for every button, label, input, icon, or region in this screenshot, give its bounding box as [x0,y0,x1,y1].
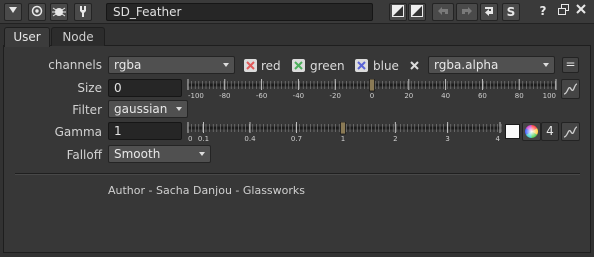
slider-tick-label: 1 [341,135,345,142]
size-slider-track: -100 -80 -60 -40 -20 0 20 40 60 80 100 [187,78,557,100]
blue-check-icon [355,59,368,72]
slider-tick-label: -20 [329,92,340,99]
falloff-value: Smooth [114,147,161,161]
size-input[interactable]: 0 [108,79,182,97]
size-label: Size [77,81,102,95]
chevron-down-icon [199,152,205,156]
blue-checkbox[interactable] [355,59,368,72]
size-slider[interactable]: -100 -80 -60 -40 -20 0 20 40 60 80 100 [186,78,558,100]
chevron-down-icon [543,63,549,67]
slider-thumb[interactable] [369,78,375,92]
color-wheel-icon [525,125,538,138]
tab-user[interactable]: User [4,27,50,47]
revert-button[interactable] [480,3,498,21]
collapse-button[interactable] [4,3,22,21]
s-icon: S [506,5,516,19]
green-label: green [310,59,345,73]
channels-label: channels [48,58,102,72]
triangle-down-icon [9,7,17,13]
link-button[interactable]: = [562,57,579,73]
slider-tick-label: 2 [393,135,397,142]
channels-dropdown[interactable]: rgba [108,56,235,74]
slider-tick-label: -40 [293,92,304,99]
circle-icon [31,5,43,17]
viewer-toggle-button[interactable] [28,3,46,21]
falloff-label: Falloff [66,148,102,162]
close-button[interactable] [572,3,590,21]
alpha-channel-dropdown[interactable]: rgba.alpha [428,56,555,74]
slider-tick-label: 100 [543,92,556,99]
color-wheel-button[interactable] [522,122,541,141]
slider-tick-label: 4 [496,135,501,142]
blue-label: blue [373,59,399,73]
green-check-icon [292,59,305,72]
undo-button[interactable] [432,3,454,21]
filter-dropdown[interactable]: gaussian [108,100,188,118]
alpha-channel-value: rgba.alpha [434,58,499,72]
gamma-label: Gamma [54,125,102,139]
revert-icon [485,7,493,16]
redo-icon [462,7,472,15]
slider-tick-label: -100 [188,92,204,99]
color-swatch[interactable] [505,124,520,139]
slider-thumb[interactable] [340,121,346,135]
help-button[interactable]: ? [534,3,552,21]
gamma-slider-track: 0 0.1 0.4 0.7 1 2 3 4 [187,121,502,143]
green-checkbox[interactable] [292,59,305,72]
s-button[interactable]: S [502,3,520,21]
checker-b-button[interactable] [408,3,426,21]
equals-icon: = [565,57,576,71]
slider-tick-label: 0.1 [198,135,209,142]
gamma-input[interactable]: 1 [108,122,182,140]
slider-tick-label: -80 [219,92,230,99]
tab-node[interactable]: Node [51,27,105,46]
undo-icon [438,7,448,15]
slider-tick-label: 60 [478,92,487,99]
filter-label: Filter [72,103,102,117]
slider-tick-label: 3 [445,135,449,142]
size-curve-button[interactable] [561,79,580,99]
float-icon [557,4,569,15]
checker-a-button[interactable] [389,3,407,21]
slider-tick-label: 40 [441,92,450,99]
chevron-down-icon [223,63,229,67]
close-icon [576,4,586,14]
channels-value: rgba [114,58,142,72]
slider-tick-label: 20 [404,92,413,99]
slider-tick-label: 0 [188,135,192,142]
slider-tick-label: 80 [515,92,524,99]
divider-highlight [15,174,580,175]
slider-tick-label: 0.4 [244,135,256,142]
chevron-down-icon [176,107,182,111]
help-icon: ? [539,4,547,18]
checker-icon [392,5,404,17]
channel-count-button[interactable]: 4 [541,122,559,141]
wrench-button[interactable] [74,3,92,21]
float-button[interactable] [554,3,572,21]
node-name-field[interactable]: SD_Feather [106,3,373,21]
slider-tick-label: 0 [370,92,374,99]
gamma-slider[interactable]: 0 0.1 0.4 0.7 1 2 3 4 [186,121,504,143]
bug-button[interactable] [50,3,68,21]
gamma-curve-button[interactable] [561,122,580,141]
redo-button[interactable] [456,3,478,21]
red-label: red [261,59,281,73]
author-credit: Author - Sacha Danjou - Glassworks [108,184,306,197]
red-check-icon [244,59,257,72]
falloff-dropdown[interactable]: Smooth [108,145,211,163]
curve-icon [563,83,578,95]
wrench-icon [80,6,86,17]
checker-icon [411,5,423,17]
slider-tick-label: 0.7 [291,135,302,142]
alpha-checkbox[interactable] [408,59,421,72]
red-checkbox[interactable] [244,59,257,72]
slider-tick-label: -60 [256,92,267,99]
x-icon [410,61,419,70]
curve-icon [563,126,578,138]
channel-count: 4 [546,124,554,138]
filter-value: gaussian [114,102,168,116]
bug-icon [52,7,66,17]
